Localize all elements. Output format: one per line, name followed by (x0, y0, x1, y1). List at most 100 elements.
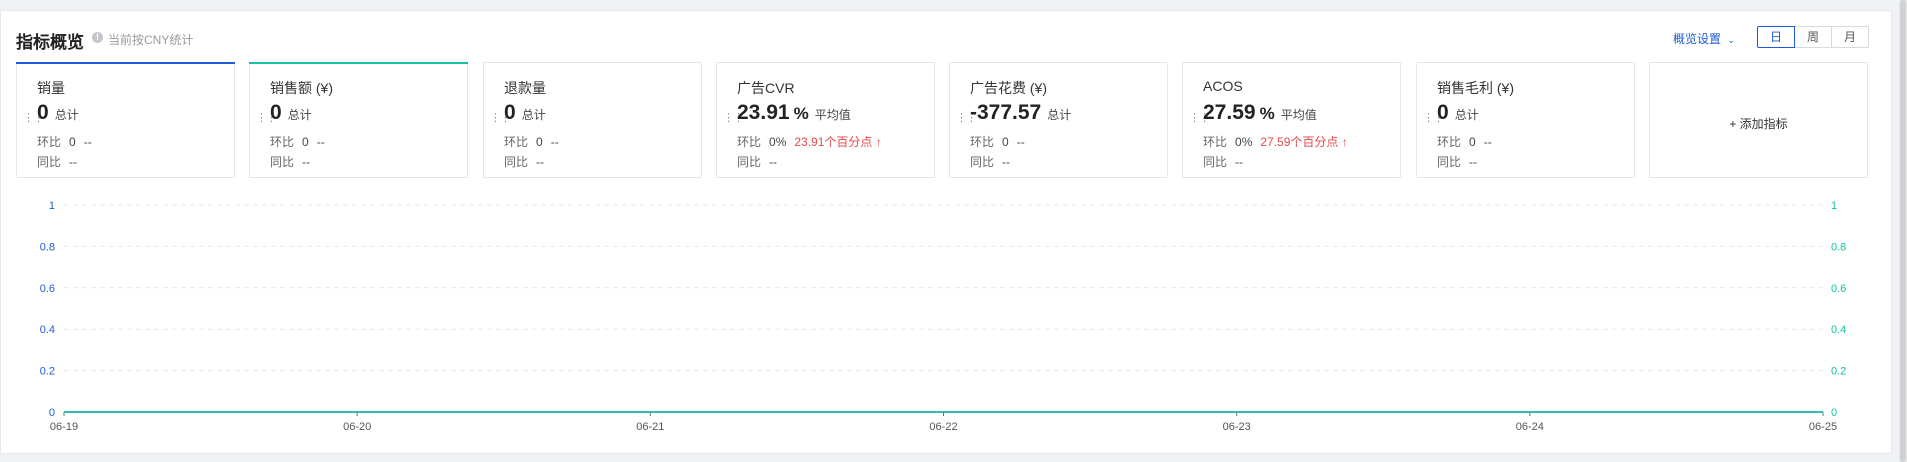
metric-name: 退款量 (504, 80, 546, 96)
metric-card[interactable]: ⋮⋮ ACOS 27.59% 平均值 环比 0% 27.59个百分点 ↑ 同比 -- (1182, 62, 1401, 178)
x-tick-label: 06-19 (50, 421, 78, 433)
period-month-button[interactable]: 月 (1831, 26, 1869, 48)
y-tick-label-left: 0 (49, 407, 55, 419)
mom-value: 0 (1469, 135, 1476, 149)
yoy-value: -- (69, 155, 78, 169)
metric-unit: % (793, 104, 809, 123)
yoy-value: -- (536, 155, 545, 169)
mom-label: 环比 (37, 135, 62, 149)
overview-settings-dropdown[interactable]: 概览设置 ⌄ (1673, 30, 1735, 47)
metric-name: ACOS (1203, 78, 1243, 94)
mom-label: 环比 (970, 135, 995, 149)
mom-value: 0 (536, 135, 543, 149)
yoy-value: -- (302, 155, 311, 169)
yoy-row: 同比 -- (1437, 153, 1477, 170)
drag-handle-icon[interactable]: ⋮⋮ (256, 113, 277, 124)
drag-handle-icon[interactable]: ⋮⋮ (490, 113, 511, 124)
add-metric-button[interactable]: + 添加指标 (1649, 62, 1868, 178)
metric-card[interactable]: ⋮⋮ 广告CVR 23.91% 平均值 环比 0% 23.91个百分点 ↑ 同比 -- (716, 62, 935, 178)
drag-handle-icon[interactable]: ⋮⋮ (956, 113, 977, 124)
drag-handle-icon[interactable]: ⋮⋮ (1189, 113, 1210, 124)
y-tick-label-left: 0.2 (40, 366, 55, 378)
mom-row: 环比 0% 23.91个百分点 ↑ (737, 133, 882, 150)
mom-label: 环比 (270, 135, 295, 149)
metric-value-label: 总计 (1454, 108, 1479, 122)
y-tick-label-right: 1 (1831, 200, 1837, 212)
yoy-row: 同比 -- (504, 153, 544, 170)
yoy-label: 同比 (37, 155, 62, 169)
yoy-label: 同比 (1203, 155, 1228, 169)
chevron-down-icon: ⌄ (1727, 35, 1735, 45)
mom-value: 0% (1235, 135, 1253, 149)
x-tick-label: 06-21 (636, 421, 664, 433)
metric-card[interactable]: ⋮⋮ 广告花费 (¥) -377.57 总计 环比 0 -- 同比 -- (949, 62, 1168, 178)
y-tick-label-left: 0.4 (40, 324, 55, 336)
metric-value: 27.59 (1203, 101, 1256, 124)
metric-value-label: 总计 (287, 108, 312, 122)
drag-handle-icon[interactable]: ⋮⋮ (723, 113, 744, 124)
mom-value: 0 (1002, 135, 1009, 149)
yoy-row: 同比 -- (970, 153, 1010, 170)
metric-value: 23.91 (737, 101, 790, 124)
mom-label: 环比 (504, 135, 529, 149)
mom-value: 0 (302, 135, 309, 149)
yoy-label: 同比 (737, 155, 762, 169)
mom-row: 环比 0 -- (504, 133, 559, 150)
drag-handle-icon[interactable]: ⋮⋮ (23, 113, 44, 124)
metric-unit: % (1259, 104, 1275, 123)
vertical-scrollbar[interactable] (1899, 0, 1907, 462)
mom-delta: 27.59个百分点 ↑ (1260, 135, 1348, 149)
mom-row: 环比 0% 27.59个百分点 ↑ (1203, 133, 1348, 150)
metric-name: 广告花费 (¥) (970, 80, 1047, 96)
x-tick-label: 06-25 (1809, 421, 1837, 433)
period-week-button[interactable]: 周 (1794, 26, 1832, 48)
mom-delta: -- (1016, 135, 1025, 149)
mom-delta: -- (83, 135, 92, 149)
x-tick-label: 06-22 (929, 421, 957, 433)
x-tick-label: 06-20 (343, 421, 371, 433)
y-tick-label-right: 0.8 (1831, 241, 1846, 253)
metric-value-label: 总计 (1047, 108, 1072, 122)
metric-name: 广告CVR (737, 80, 795, 96)
yoy-label: 同比 (1437, 155, 1462, 169)
mom-delta: -- (1483, 135, 1492, 149)
card-accent-line (249, 62, 468, 64)
metric-card[interactable]: ⋮⋮ 退款量 0 总计 环比 0 -- 同比 -- (483, 62, 702, 178)
y-tick-label-right: 0.6 (1831, 283, 1846, 295)
info-icon: ! (92, 32, 103, 43)
yoy-value: -- (1235, 155, 1244, 169)
y-tick-label-right: 0.2 (1831, 366, 1846, 378)
metric-card[interactable]: ⋮⋮ 销售额 (¥) 0 总计环比 0 -- 同比 -- (249, 62, 468, 178)
yoy-row: 同比 -- (1203, 153, 1243, 170)
drag-handle-icon[interactable]: ⋮⋮ (1423, 113, 1444, 124)
metric-card[interactable]: ⋮⋮ 销售毛利 (¥) 0 总计 环比 0 -- 同比 -- (1416, 62, 1635, 178)
y-tick-label-right: 0 (1831, 407, 1837, 419)
mom-value: 0 (69, 135, 76, 149)
metric-name: 销售额 (¥) (270, 80, 333, 96)
yoy-value: -- (769, 155, 778, 169)
mom-label: 环比 (737, 135, 762, 149)
y-tick-label-left: 0.8 (40, 241, 55, 253)
metric-card[interactable]: ⋮⋮ 销量 0 总计 环比 0 -- 同比 -- (16, 62, 235, 178)
y-tick-label-right: 0.4 (1831, 324, 1846, 336)
yoy-value: -- (1469, 155, 1478, 169)
period-day-button[interactable]: 日 (1757, 26, 1795, 48)
metric-value: -377.57 (970, 101, 1042, 124)
x-tick-label: 06-24 (1516, 421, 1544, 433)
yoy-label: 同比 (504, 155, 529, 169)
metric-value: 0 (1437, 101, 1449, 124)
mom-delta: -- (550, 135, 559, 149)
scrollbar-thumb[interactable] (1900, 0, 1906, 462)
yoy-row: 同比 -- (270, 153, 310, 170)
mom-row: 环比 0 -- (1437, 133, 1492, 150)
metric-name: 销量 (37, 80, 65, 96)
yoy-value: -- (1002, 155, 1011, 169)
metric-name: 销售毛利 (¥) (1437, 80, 1514, 96)
metric-value-label: 总计 (54, 108, 79, 122)
metric-value: 0 (270, 101, 282, 124)
mom-value: 0% (769, 135, 787, 149)
card-accent-line (16, 62, 235, 64)
currency-hint: 当前按CNY统计 (108, 33, 194, 47)
metric-value: 0 (504, 101, 516, 124)
add-metric-label: + 添加指标 (1729, 117, 1788, 131)
